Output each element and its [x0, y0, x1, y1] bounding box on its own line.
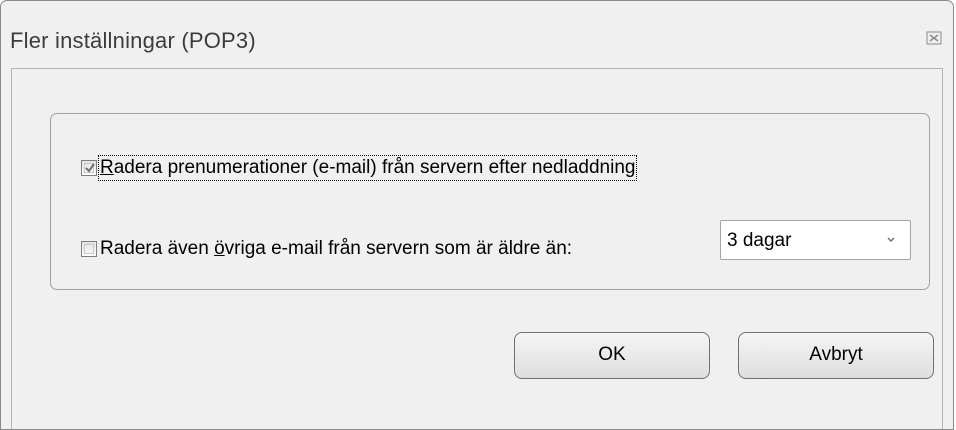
delete-subscriptions-checkbox[interactable] — [81, 160, 97, 176]
cancel-button[interactable]: Avbryt — [738, 332, 934, 379]
checkmark-icon — [85, 163, 95, 173]
age-select-value: 3 dagar — [727, 230, 792, 251]
ok-button[interactable]: OK — [514, 332, 710, 379]
close-button[interactable] — [923, 27, 945, 49]
settings-dialog: Fler inställningar (POP3) Radera prenume… — [0, 0, 954, 430]
title-bar: Fler inställningar (POP3) — [1, 1, 953, 68]
delete-other-label: Radera även övriga e-mail från servern s… — [100, 238, 573, 259]
delete-other-checkbox[interactable] — [81, 241, 97, 257]
options-group: Radera prenumerationer (e-mail) från ser… — [50, 113, 930, 290]
delete-subscriptions-option[interactable]: Radera prenumerationer (e-mail) från ser… — [81, 155, 638, 181]
age-select[interactable]: 3 dagar — [720, 220, 911, 260]
delete-subscriptions-label: Radera prenumerationer (e-mail) från ser… — [97, 155, 638, 181]
dialog-title: Fler inställningar (POP3) — [10, 28, 256, 53]
dialog-body: Radera prenumerationer (e-mail) från ser… — [11, 68, 943, 429]
close-icon — [926, 31, 942, 45]
dropdown-arrow-icon — [887, 237, 895, 242]
delete-other-option[interactable]: Radera även övriga e-mail från servern s… — [81, 238, 572, 260]
